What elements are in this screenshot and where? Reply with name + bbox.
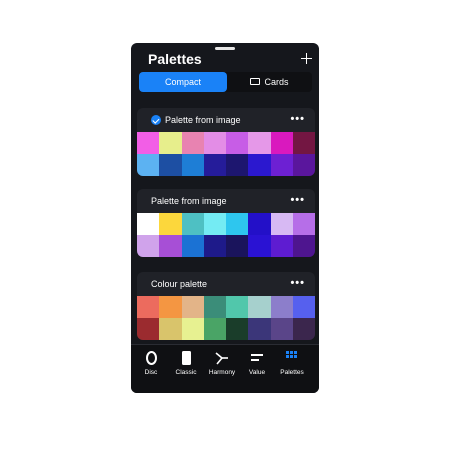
compact-tab[interactable]: Compact — [139, 72, 227, 92]
cards-icon — [250, 78, 261, 86]
color-swatch[interactable] — [226, 213, 249, 235]
color-swatch[interactable] — [248, 213, 271, 235]
tab-label: Palettes — [280, 369, 304, 376]
palette-card[interactable]: Colour palette ••• — [137, 272, 315, 340]
tab-value[interactable]: Value — [239, 351, 275, 376]
color-swatch[interactable] — [248, 318, 271, 340]
color-swatch[interactable] — [181, 132, 204, 154]
more-options-icon[interactable]: ••• — [290, 195, 305, 206]
color-swatch[interactable] — [159, 296, 182, 318]
color-swatch[interactable] — [137, 132, 160, 154]
color-swatch[interactable] — [137, 318, 160, 340]
color-swatch[interactable] — [292, 213, 315, 235]
app-window: Palettes Compact Cards Palette from imag… — [131, 43, 319, 393]
view-mode-segmented-control: Compact Cards — [139, 72, 312, 92]
color-swatch[interactable] — [248, 296, 271, 318]
cards-tab-label: Cards — [264, 77, 289, 87]
tab-disc[interactable]: Disc — [133, 351, 169, 376]
color-swatch[interactable] — [270, 235, 293, 257]
cards-tab[interactable]: Cards — [227, 72, 312, 92]
palette-swatch-grid — [137, 296, 315, 340]
palette-card[interactable]: Palette from image ••• — [137, 108, 315, 176]
color-swatch[interactable] — [159, 132, 182, 154]
color-swatch[interactable] — [181, 318, 204, 340]
palette-name: Colour palette — [151, 279, 208, 289]
color-swatch[interactable] — [248, 235, 271, 257]
page-title: Palettes — [148, 51, 202, 67]
color-swatch[interactable] — [181, 235, 204, 257]
palette-card[interactable]: Palette from image ••• — [137, 189, 315, 257]
color-swatch[interactable] — [270, 318, 293, 340]
color-swatch[interactable] — [181, 213, 204, 235]
color-swatch[interactable] — [137, 296, 160, 318]
palette-name: Palette from image — [165, 115, 241, 125]
palette-swatch-grid — [137, 213, 315, 257]
tab-label: Disc — [144, 369, 158, 376]
color-swatch[interactable] — [270, 296, 293, 318]
color-swatch[interactable] — [292, 318, 315, 340]
color-swatch[interactable] — [248, 132, 271, 154]
more-options-icon[interactable]: ••• — [290, 278, 305, 289]
color-swatch[interactable] — [292, 296, 315, 318]
color-swatch[interactable] — [159, 213, 182, 235]
color-swatch[interactable] — [226, 235, 249, 257]
color-swatch[interactable] — [181, 154, 204, 176]
color-swatch[interactable] — [270, 213, 293, 235]
tab-classic[interactable]: Classic — [168, 351, 204, 376]
color-swatch[interactable] — [137, 154, 160, 176]
color-swatch[interactable] — [159, 318, 182, 340]
tab-harmony[interactable]: Harmony — [204, 351, 240, 376]
color-swatch[interactable] — [137, 213, 160, 235]
palette-name: Palette from image — [151, 196, 227, 206]
color-swatch[interactable] — [203, 132, 226, 154]
square-icon — [181, 351, 191, 365]
color-swatch[interactable] — [226, 296, 249, 318]
tab-label: Harmony — [208, 369, 236, 376]
color-swatch[interactable] — [292, 235, 315, 257]
color-swatch[interactable] — [181, 296, 204, 318]
tab-label: Classic — [175, 369, 197, 376]
color-swatch[interactable] — [203, 296, 226, 318]
harmony-icon — [215, 351, 229, 365]
color-swatch[interactable] — [203, 154, 226, 176]
color-swatch[interactable] — [159, 235, 182, 257]
tab-palettes[interactable]: Palettes — [274, 351, 310, 376]
color-swatch[interactable] — [203, 318, 226, 340]
drag-handle[interactable] — [215, 47, 235, 50]
color-swatch[interactable] — [203, 213, 226, 235]
color-swatch[interactable] — [137, 235, 160, 257]
color-swatch[interactable] — [203, 235, 226, 257]
palettes-grid-icon — [286, 351, 298, 365]
value-bars-icon — [250, 351, 264, 365]
selected-check-icon — [151, 115, 161, 125]
color-swatch[interactable] — [159, 154, 182, 176]
color-swatch[interactable] — [248, 154, 271, 176]
color-swatch[interactable] — [292, 132, 315, 154]
color-swatch[interactable] — [292, 154, 315, 176]
color-swatch[interactable] — [270, 132, 293, 154]
disc-icon — [145, 351, 157, 365]
color-swatch[interactable] — [226, 154, 249, 176]
tab-label: Value — [248, 369, 266, 376]
plus-icon[interactable] — [301, 53, 312, 64]
compact-tab-label: Compact — [164, 77, 201, 87]
color-swatch[interactable] — [226, 318, 249, 340]
color-swatch[interactable] — [226, 132, 249, 154]
bottom-tab-bar: Disc Classic Harmony Value Palettes — [131, 344, 319, 393]
palette-swatch-grid — [137, 132, 315, 176]
more-options-icon[interactable]: ••• — [290, 114, 305, 125]
color-swatch[interactable] — [270, 154, 293, 176]
